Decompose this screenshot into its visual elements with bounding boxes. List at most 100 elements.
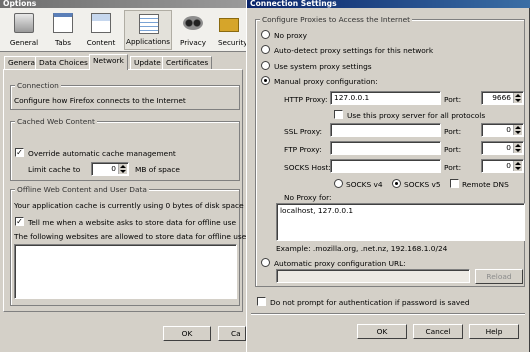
switch-icon	[14, 13, 34, 33]
tab-data-choices[interactable]: Data Choices	[35, 56, 92, 69]
cache-limit-spinner[interactable]	[118, 164, 127, 174]
limit-cache-label: Limit cache to	[28, 165, 81, 174]
no-auth-prompt-label: Do not prompt for authentication if pass…	[270, 298, 470, 307]
http-proxy-field[interactable]: 127.0.0.1	[330, 91, 441, 105]
connection-cancel-button[interactable]: Cancel	[413, 324, 463, 339]
override-cache-label: Override automatic cache management	[28, 149, 176, 158]
connection-title: Connection Settings	[250, 0, 337, 8]
auto-detect-label: Auto-detect proxy settings for this netw…	[274, 46, 434, 55]
ftp-proxy-label: FTP Proxy:	[284, 145, 322, 154]
auto-config-url-field[interactable]	[276, 269, 470, 283]
ssl-proxy-label: SSL Proxy:	[284, 127, 323, 136]
ssl-port-field[interactable]: 0	[481, 123, 524, 137]
http-proxy-value: 127.0.0.1	[334, 93, 370, 102]
cache-unit-label: MB of space	[135, 165, 180, 174]
toolbar-privacy-label: Privacy	[179, 38, 207, 47]
system-proxy-label: Use system proxy settings	[274, 62, 372, 71]
cache-limit-value: 0	[111, 164, 116, 173]
ftp-proxy-field[interactable]	[330, 141, 441, 155]
socks-v4-label: SOCKS v4	[346, 180, 383, 189]
reload-button[interactable]: Reload	[475, 269, 523, 284]
toolbar-applications-label: Applications	[126, 37, 170, 46]
ssl-proxy-field[interactable]	[330, 123, 441, 137]
offline-heading: Offline Web Content and User Data	[15, 185, 149, 194]
ssl-port-label: Port:	[444, 127, 462, 136]
ftp-port-value: 0	[506, 143, 511, 152]
system-proxy-radio[interactable]	[261, 61, 270, 70]
http-port-spinner[interactable]	[513, 93, 522, 103]
options-ok-button[interactable]: OK	[163, 326, 211, 341]
connection-help-button[interactable]: Help	[469, 324, 519, 339]
no-auth-prompt-checkbox[interactable]	[257, 297, 266, 306]
http-port-value: 9666	[492, 93, 511, 102]
socks-v5-radio[interactable]	[392, 179, 401, 188]
toolbar-privacy-button[interactable]: Privacy	[172, 10, 214, 50]
no-proxy-radio[interactable]	[261, 30, 270, 39]
tell-me-label: Tell me when a website asks to store dat…	[28, 218, 237, 227]
socks-host-field[interactable]	[330, 159, 441, 173]
options-cancel-button[interactable]: Ca	[218, 326, 246, 341]
applications-icon	[139, 14, 159, 34]
http-port-label: Port:	[444, 95, 462, 104]
auto-detect-radio[interactable]	[261, 45, 270, 54]
connection-settings-dialog: Connection Settings Configure Proxies to…	[246, 0, 530, 352]
socks-port-value: 0	[506, 161, 511, 170]
connection-title-bar: Connection Settings	[247, 0, 530, 8]
options-title: Options	[3, 0, 37, 8]
connection-ok-button[interactable]: OK	[357, 324, 407, 339]
no-proxy-label: No proxy	[274, 31, 308, 40]
toolbar-general-button[interactable]: General	[3, 10, 45, 50]
manual-proxy-label: Manual proxy configuration:	[274, 77, 378, 86]
toolbar-applications-button[interactable]: Applications	[124, 10, 172, 50]
auto-config-url-label: Automatic proxy configuration URL:	[274, 259, 406, 268]
auto-config-url-radio[interactable]	[261, 258, 270, 267]
ssl-port-spinner[interactable]	[513, 125, 522, 135]
network-tab-panel: Connection Configure how Firefox connect…	[3, 69, 249, 312]
cache-heading: Cached Web Content	[15, 117, 97, 126]
options-toolbar: General Tabs Content Applications Privac…	[0, 8, 248, 52]
toolbar-tabs-button[interactable]: Tabs	[42, 10, 84, 50]
toolbar-security-button[interactable]: Security	[212, 10, 248, 50]
proxy-config-group: Configure Proxies to Access the Internet…	[255, 15, 525, 287]
use-all-protocols-label: Use this proxy server for all protocols	[347, 111, 486, 120]
ssl-port-value: 0	[506, 125, 511, 134]
http-proxy-label: HTTP Proxy:	[284, 95, 328, 104]
socks-port-label: Port:	[444, 163, 462, 172]
options-window: Options General Tabs Content Application…	[0, 0, 249, 352]
tab-update[interactable]: Update	[130, 56, 165, 69]
connection-heading: Connection	[15, 81, 61, 90]
manual-proxy-radio[interactable]	[261, 76, 270, 85]
use-all-protocols-checkbox[interactable]	[334, 110, 343, 119]
offline-usage-text: Your application cache is currently usin…	[14, 201, 244, 210]
tell-me-checkbox[interactable]: ✓	[15, 217, 24, 226]
socks-port-field[interactable]: 0	[481, 159, 524, 173]
socks-v4-radio[interactable]	[334, 179, 343, 188]
socks-port-spinner[interactable]	[513, 161, 522, 171]
connection-text: Configure how Firefox connects to the In…	[14, 96, 186, 105]
toolbar-content-button[interactable]: Content	[80, 10, 122, 50]
connection-group: Connection Configure how Firefox connect…	[10, 81, 240, 110]
socks-host-label: SOCKS Host:	[284, 163, 331, 172]
cache-limit-field[interactable]: 0	[91, 162, 129, 176]
override-cache-checkbox[interactable]: ✓	[15, 148, 24, 157]
tab-network[interactable]: Network	[89, 54, 128, 70]
no-proxy-for-value: localhost, 127.0.0.1	[280, 206, 354, 215]
toolbar-content-label: Content	[86, 38, 116, 47]
content-icon	[91, 13, 111, 33]
proxy-config-heading: Configure Proxies to Access the Internet	[260, 15, 413, 24]
allowed-sites-list[interactable]	[14, 244, 237, 299]
remote-dns-checkbox[interactable]	[450, 179, 459, 188]
socks-v5-label: SOCKS v5	[404, 180, 441, 189]
tab-certificates[interactable]: Certificates	[162, 56, 213, 69]
no-proxy-for-field[interactable]: localhost, 127.0.0.1	[276, 203, 525, 241]
http-port-field[interactable]: 9666	[481, 91, 524, 105]
no-proxy-for-label: No Proxy for:	[284, 193, 332, 202]
remote-dns-label: Remote DNS	[462, 180, 509, 189]
ftp-port-field[interactable]: 0	[481, 141, 524, 155]
mask-icon	[183, 16, 203, 30]
offline-group: Offline Web Content and User Data Your a…	[10, 185, 249, 306]
ftp-port-spinner[interactable]	[513, 143, 522, 153]
toolbar-general-label: General	[9, 38, 39, 47]
cache-group: Cached Web Content ✓ Override automatic …	[10, 117, 240, 181]
toolbar-security-label: Security	[218, 38, 248, 47]
